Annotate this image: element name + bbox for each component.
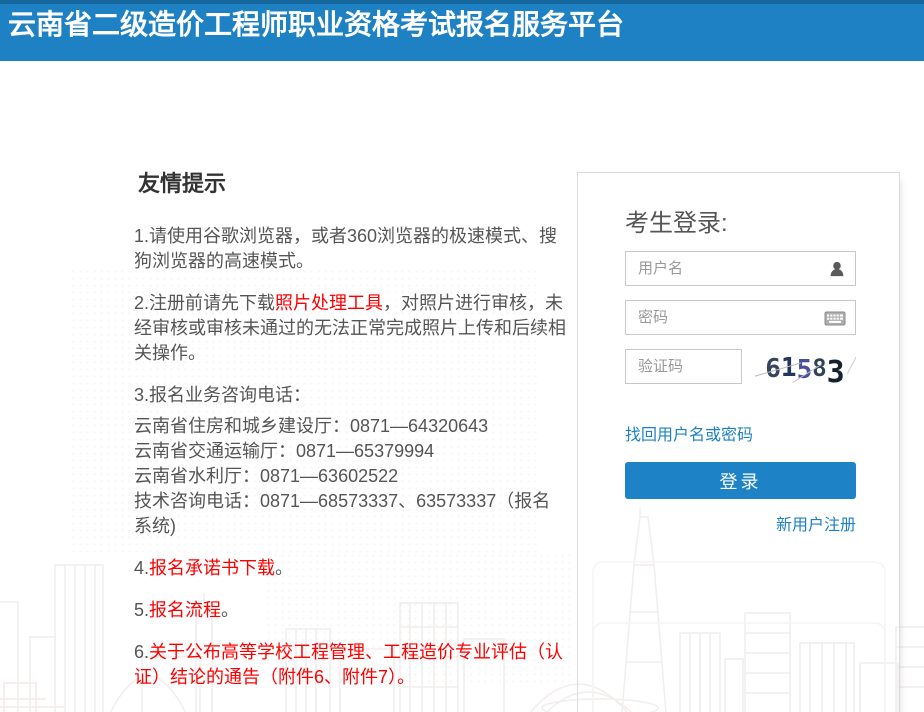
phone-line-tech: 技术咨询电话：0871—68573337、63573337（报名系统) [134,489,566,539]
tip-2-prefix: 2.注册前请先下载 [134,293,275,313]
tip-item-3-heading: 3.报名业务咨询电话： [134,383,566,408]
tip-5-suffix: 。 [221,600,239,620]
phone-line-transport: 云南省交通运输厅：0871—65379994 [134,439,566,464]
username-field [625,251,856,286]
login-panel: 考生登录: [577,172,900,712]
header: 云南省二级造价工程师职业资格考试报名服务平台 [0,0,924,61]
process-link[interactable]: 报名流程 [149,600,221,620]
captcha-digits: 61583 [765,349,844,384]
captcha-input[interactable] [626,350,741,383]
tip-item-2: 2.注册前请先下载照片处理工具，对照片进行审核，未经审核或审核未通过的无法正常完… [134,291,566,366]
phone-line-housing: 云南省住房和城乡建设厅：0871—64320643 [134,414,566,439]
captcha-image[interactable]: 61583 [754,349,856,384]
tip-5-prefix: 5. [134,600,149,620]
tip-6-prefix: 6. [134,642,149,662]
login-heading: 考生登录: [625,203,899,238]
page: 云南省二级造价工程师职业资格考试报名服务平台 [0,0,924,712]
captcha-row: 61583 [625,349,856,384]
tips-section: 友情提示 1.请使用谷歌浏览器，或者360浏览器的极速模式、搜狗浏览器的高速模式… [134,166,566,707]
forgot-credentials-link[interactable]: 找回用户名或密码 [625,421,753,445]
commitment-download-link[interactable]: 报名承诺书下载 [149,558,275,578]
tip-item-4: 4.报名承诺书下载。 [134,556,566,581]
photo-tool-link[interactable]: 照片处理工具 [275,293,383,313]
register-link[interactable]: 新用户注册 [776,517,856,534]
tip-3-line-1: 3.报名业务咨询电话： [134,385,311,405]
phone-line-water: 云南省水利厅：0871—63602522 [134,464,566,489]
username-input[interactable] [626,252,855,285]
tips-heading: 友情提示 [138,166,566,198]
password-input[interactable] [626,301,855,334]
tip-4-prefix: 4. [134,558,149,578]
password-field [625,300,856,335]
keyboard-icon [824,309,846,326]
login-button[interactable]: 登录 [625,462,856,499]
user-icon [828,260,846,278]
register-row: 新用户注册 [625,511,856,535]
tip-4-suffix: 。 [275,558,293,578]
tip-item-3-phones: 云南省住房和城乡建设厅：0871—64320643 云南省交通运输厅：0871—… [134,414,566,539]
tip-item-5: 5.报名流程。 [134,598,566,623]
site-title: 云南省二级造价工程师职业资格考试报名服务平台 [0,4,924,40]
tip-1-text: 1.请使用谷歌浏览器，或者360浏览器的极速模式、搜狗浏览器的高速模式。 [134,226,557,271]
captcha-scratch-line [847,350,856,373]
tip-item-6: 6.关于公布高等学校工程管理、工程造价专业评估（认证）结论的通告（附件6、附件7… [134,640,566,690]
evaluation-notice-link[interactable]: 关于公布高等学校工程管理、工程造价专业评估（认证）结论的通告（附件6、附件7）。 [134,642,563,687]
tip-item-1: 1.请使用谷歌浏览器，或者360浏览器的极速模式、搜狗浏览器的高速模式。 [134,224,566,274]
captcha-field [625,349,742,384]
